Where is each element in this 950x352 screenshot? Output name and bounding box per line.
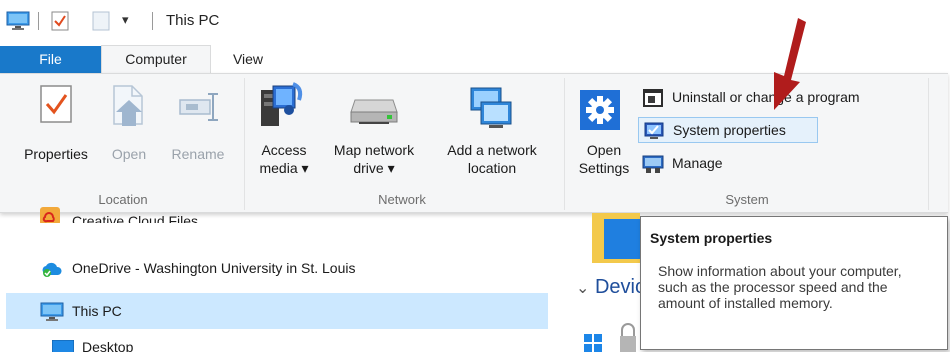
uninstall-program-icon — [642, 88, 664, 115]
rename-icon — [178, 92, 220, 126]
manage-button[interactable]: Manage — [638, 151, 748, 177]
open-button[interactable]: Open — [106, 78, 152, 188]
tab-file[interactable]: File — [0, 46, 101, 73]
tab-computer[interactable]: Computer — [101, 45, 211, 74]
tab-view[interactable]: View — [218, 46, 278, 73]
onedrive-icon — [40, 260, 62, 281]
this-pc-icon — [40, 302, 64, 325]
nav-item-onedrive[interactable]: OneDrive - Washington University in St. … — [40, 258, 560, 280]
tooltip-body: Show information about your computer, su… — [658, 263, 902, 311]
desktop-icon — [52, 339, 75, 352]
folder-icon[interactable] — [592, 213, 640, 263]
group-separator — [244, 78, 245, 210]
access-media-button[interactable]: Access media ▾ — [253, 78, 315, 188]
lock-icon — [618, 322, 638, 352]
system-properties-tooltip: System properties Show information about… — [640, 216, 948, 350]
system-properties-icon — [643, 121, 665, 148]
window-title: This PC — [166, 12, 220, 29]
nav-item-desktop[interactable]: Desktop — [52, 338, 252, 352]
properties-icon — [39, 84, 73, 128]
customize-quick-access-dropdown-icon[interactable]: ▾ — [122, 12, 129, 28]
nav-item-creative-cloud-files[interactable]: Creative Cloud Files — [40, 203, 360, 223]
this-pc-icon[interactable] — [6, 11, 30, 34]
network-drive-icon — [349, 94, 399, 132]
settings-gear-icon — [580, 90, 620, 134]
chevron-down-icon: ⌄ — [576, 280, 590, 297]
group-separator — [564, 78, 565, 210]
computer-management-icon — [642, 154, 664, 181]
windows-drive-icon[interactable] — [584, 334, 602, 352]
open-icon — [110, 84, 148, 132]
nav-item-this-pc[interactable]: This PC — [40, 301, 240, 323]
rename-button[interactable]: Rename — [164, 78, 232, 188]
new-folder-quick-access-icon[interactable] — [92, 11, 110, 34]
properties-quick-access-icon[interactable] — [51, 11, 69, 34]
group-label-system: System — [725, 192, 769, 207]
toolbar-separator — [152, 12, 153, 30]
map-network-drive-button[interactable]: Map network drive ▾ — [319, 78, 429, 188]
tooltip-title: System properties — [650, 230, 773, 246]
toolbar-separator — [38, 12, 39, 30]
devices-section-header[interactable]: ⌄ Devic — [576, 276, 645, 299]
access-media-icon — [259, 80, 307, 134]
add-network-location-button[interactable]: Add a network location — [433, 78, 551, 188]
group-separator — [928, 78, 929, 210]
annotation-arrow-icon — [740, 14, 810, 127]
creative-cloud-icon — [40, 207, 60, 223]
add-network-location-icon — [469, 86, 515, 134]
properties-button[interactable]: Properties — [14, 78, 98, 188]
open-settings-button[interactable]: Open Settings — [572, 78, 636, 188]
